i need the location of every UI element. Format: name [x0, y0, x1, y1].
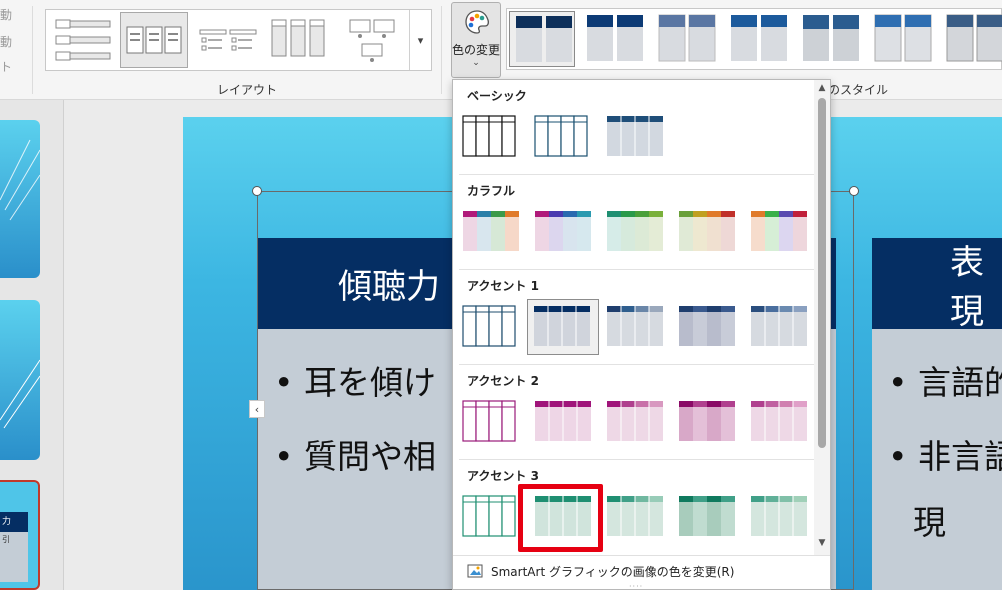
section-title-accent-1: アクセント 1 — [467, 279, 539, 293]
color-option-accent2-4[interactable] — [675, 397, 747, 453]
color-option-accent2-2[interactable] — [531, 397, 603, 453]
style-option-2[interactable] — [581, 11, 647, 67]
change-colors-dropdown: ベーシック カラフル アクセント 1 アクセント 2 アクセント 3 ▲ ▼ S… — [452, 79, 831, 590]
layout-group-label: レイアウト — [217, 83, 278, 97]
dropdown-scrollbar[interactable]: ▲ ▼ — [814, 80, 830, 555]
style-option-6[interactable] — [869, 11, 935, 67]
powerpoint-window: 動 動 ト ▾ レイアウト 色の変更 ⌄ のスタイル 力 引 傾聴力 • 耳を傾… — [0, 0, 1002, 590]
column-3-title: 表現 — [950, 242, 984, 330]
scroll-down-icon[interactable]: ▼ — [814, 538, 830, 548]
color-option-accent2-3[interactable] — [603, 397, 675, 453]
style-option-3[interactable] — [653, 11, 719, 67]
layout-option-vertical[interactable] — [264, 12, 332, 68]
color-option-colorful-5[interactable] — [747, 207, 819, 263]
style-option-4[interactable] — [725, 11, 791, 67]
layout-option-columns-selected[interactable] — [120, 12, 188, 68]
column-3-bullet-1: • 言語的 — [888, 363, 1002, 402]
color-option-accent1-4[interactable] — [675, 302, 747, 358]
color-option-accent1-3[interactable] — [603, 302, 675, 358]
chevron-left-icon: ‹ — [254, 402, 260, 416]
thumbnail-body: 引 — [0, 532, 28, 582]
ribbon-command-1[interactable]: 動 — [0, 6, 12, 23]
palette-icon — [465, 10, 490, 34]
chevron-down-icon: ▾ — [417, 33, 424, 47]
style-option-7[interactable] — [941, 11, 1002, 67]
section-divider — [459, 459, 815, 460]
color-option-basic-1[interactable] — [459, 112, 531, 168]
color-option-accent1-1[interactable] — [459, 302, 531, 358]
smartart-styles-gallery — [506, 8, 1002, 70]
color-option-colorful-3[interactable] — [603, 207, 675, 263]
column-3-bullet-2-cont: 現 — [913, 503, 946, 542]
layout-option-list[interactable] — [50, 12, 118, 68]
color-option-accent3-5[interactable] — [747, 492, 819, 548]
color-option-colorful-4[interactable] — [675, 207, 747, 263]
layout-gallery: ▾ — [45, 9, 432, 71]
color-option-colorful-1[interactable] — [459, 207, 531, 263]
color-option-accent1-5[interactable] — [747, 302, 819, 358]
recolor-pictures-command[interactable]: SmartArt グラフィックの画像の色を変更(R) ···· — [453, 555, 830, 589]
smartart-column-3-header[interactable]: 表現 — [872, 238, 1002, 329]
section-title-accent-2: アクセント 2 — [467, 374, 539, 388]
section-title-accent-3: アクセント 3 — [467, 469, 539, 483]
recolor-picture-icon — [467, 564, 483, 578]
color-option-accent1-2-selected[interactable] — [527, 299, 599, 355]
slide-thumbnail-2[interactable] — [0, 300, 40, 460]
thumbnail-header: 力 — [0, 512, 28, 532]
recolor-pictures-label: SmartArt グラフィックの画像の色を変更(R) — [491, 565, 735, 579]
resize-handle-top-right[interactable] — [849, 186, 859, 196]
ribbon-command-2[interactable]: 動 — [0, 33, 12, 50]
column-3-bullet-2: • 非言語 — [888, 437, 1002, 476]
layout-option-bullets[interactable] — [194, 12, 262, 68]
resize-grip-icon[interactable]: ···· — [629, 582, 643, 589]
layout-gallery-more-button[interactable]: ▾ — [409, 10, 431, 70]
section-divider — [459, 174, 815, 175]
section-divider — [459, 364, 815, 365]
color-option-colorful-2[interactable] — [531, 207, 603, 263]
style-option-1-selected[interactable] — [509, 11, 575, 67]
color-option-accent3-3[interactable] — [603, 492, 675, 548]
resize-handle-top-left[interactable] — [252, 186, 262, 196]
color-option-accent2-1[interactable] — [459, 397, 531, 453]
group-separator — [32, 6, 33, 94]
scroll-up-icon[interactable]: ▲ — [814, 83, 830, 93]
chevron-down-icon: ⌄ — [472, 58, 480, 68]
slide-thumbnail-1[interactable] — [0, 120, 40, 278]
color-option-basic-3[interactable] — [603, 112, 675, 168]
style-option-5[interactable] — [797, 11, 863, 67]
scrollbar-thumb[interactable] — [818, 98, 826, 448]
color-option-basic-2[interactable] — [531, 112, 603, 168]
section-divider — [459, 269, 815, 270]
group-separator — [441, 6, 442, 94]
layout-option-blocks[interactable] — [338, 12, 406, 68]
text-pane-toggle-button[interactable]: ‹ — [249, 400, 265, 418]
color-option-accent2-5[interactable] — [747, 397, 819, 453]
slide-thumbnail-panel: 力 引 — [0, 100, 64, 590]
section-title-colorful: カラフル — [467, 184, 516, 198]
change-colors-button[interactable]: 色の変更 ⌄ — [451, 2, 501, 78]
change-colors-label: 色の変更 — [452, 43, 501, 57]
slide-thumbnail-3-selected[interactable]: 力 引 — [0, 480, 40, 590]
ribbon-command-3[interactable]: ト — [0, 58, 12, 75]
section-title-basic: ベーシック — [467, 89, 527, 103]
highlight-annotation — [518, 484, 603, 552]
color-option-accent3-4[interactable] — [675, 492, 747, 548]
